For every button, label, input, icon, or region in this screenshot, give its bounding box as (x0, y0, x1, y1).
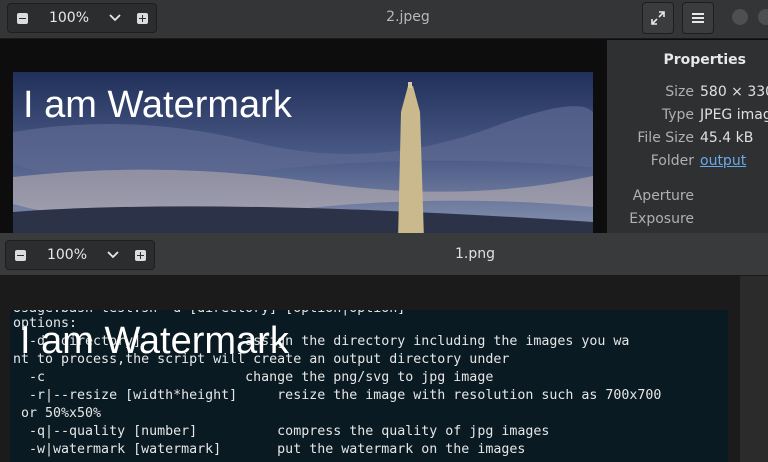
prop-aperture-label: Aperture (632, 188, 694, 204)
expand-icon (651, 11, 665, 25)
zoom-in-button-top[interactable] (128, 4, 156, 32)
hamburger-icon (692, 13, 704, 23)
window-title-bottom: 1.png (454, 246, 495, 262)
image-watermark-text: I am Watermark (23, 84, 292, 126)
prop-exposure-label: Exposure (629, 211, 694, 227)
prop-filesize-value: 45.4 kB (700, 130, 754, 146)
menu-button[interactable] (682, 2, 714, 34)
minus-icon (16, 12, 28, 24)
fullscreen-button[interactable] (642, 2, 674, 34)
displayed-image: I am Watermark (13, 72, 593, 240)
properties-heading: Properties (663, 52, 746, 68)
chevron-down-icon[interactable] (102, 13, 128, 23)
close-window-button[interactable] (758, 9, 768, 25)
plus-icon (136, 12, 148, 24)
zoom-value-bottom[interactable]: 100% (34, 247, 100, 263)
headerbar-bottom: 100% 1.png (0, 233, 768, 276)
terminal-line: or 50%x50% (13, 406, 102, 421)
terminal-line: -q|--quality [number] compress the quali… (13, 424, 550, 439)
right-panel-strip (740, 276, 768, 462)
minus-icon (14, 249, 26, 261)
zoom-out-button-top[interactable] (8, 4, 36, 32)
terminal-watermark-text: I am Watermark (20, 320, 289, 362)
prop-folder-link[interactable]: output (700, 153, 746, 169)
plus-icon (134, 249, 146, 261)
window-title-top: 2.jpeg (386, 9, 430, 25)
prop-size-label: Size (665, 84, 694, 100)
prop-filesize-label: File Size (637, 130, 694, 146)
zoom-control-top: 100% (7, 3, 157, 33)
minimize-window-button[interactable] (732, 9, 748, 25)
terminal-line: -c change the png/svg to jpg image (13, 370, 494, 385)
zoom-value-top[interactable]: 100% (36, 10, 102, 26)
prop-size-value: 580 × 330 (700, 84, 768, 100)
prop-type-label: Type (661, 107, 694, 123)
properties-sidebar: Properties Size 580 × 330 Type JPEG imag… (607, 40, 768, 240)
zoom-control-bottom: 100% (5, 240, 155, 270)
terminal-line: -w|watermark [watermark] put the waterma… (13, 442, 526, 457)
zoom-out-button-bottom[interactable] (6, 241, 34, 269)
terminal-line: -r|--resize [width*height] resize the im… (13, 388, 662, 403)
zoom-in-button-bottom[interactable] (126, 241, 154, 269)
headerbar-top: 100% 2.jpeg (0, 0, 768, 39)
prop-type-value: JPEG image (700, 107, 768, 123)
displayed-terminal-image: Usage:bash test.sh -d [directory] [optio… (10, 310, 728, 462)
chevron-down-icon[interactable] (100, 250, 126, 260)
prop-folder-label: Folder (650, 153, 694, 169)
image-viewer-window-top: 100% 2.jpeg I am Watermark Properties Si… (0, 0, 768, 240)
